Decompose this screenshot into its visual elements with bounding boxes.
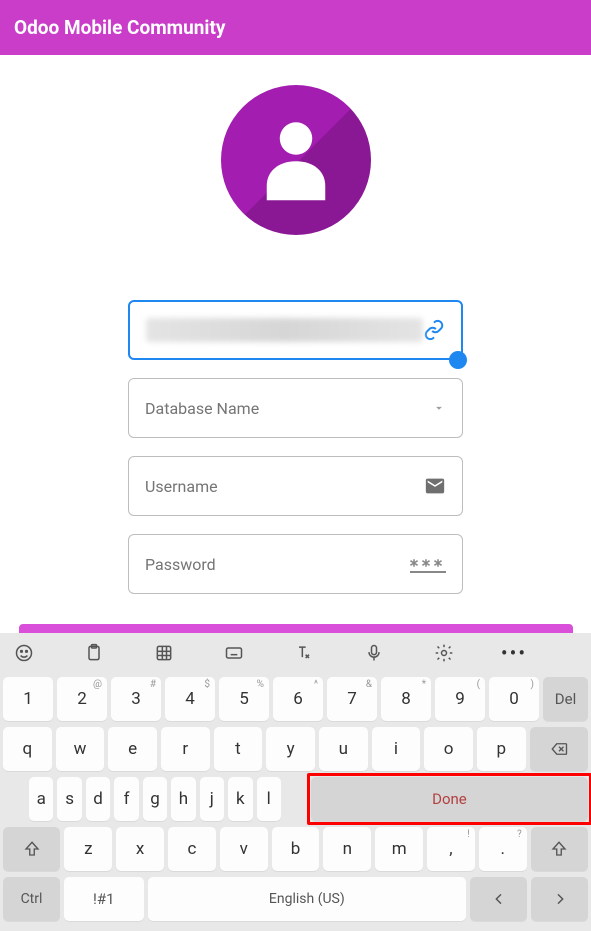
server-url-field[interactable] xyxy=(128,300,463,360)
key-b[interactable]: b xyxy=(272,827,320,871)
key-w[interactable]: w xyxy=(56,727,105,771)
soft-keyboard: ••• 12@3#4$5%6^7&8*9(0)Del qwertyuiop as… xyxy=(0,633,591,931)
key-m[interactable]: m xyxy=(375,827,423,871)
key-3[interactable]: 3# xyxy=(111,677,161,721)
key-backspace[interactable] xyxy=(530,727,588,771)
mic-icon[interactable] xyxy=(362,641,386,665)
key-a[interactable]: a xyxy=(29,777,53,821)
key-4[interactable]: 4$ xyxy=(165,677,215,721)
gear-icon[interactable] xyxy=(432,641,456,665)
key-0[interactable]: 0) xyxy=(489,677,539,721)
keyboard-icon[interactable] xyxy=(222,641,246,665)
database-select[interactable] xyxy=(128,378,463,438)
key-ctrl[interactable]: Ctrl xyxy=(3,877,60,921)
password-input[interactable] xyxy=(145,555,410,574)
key-r[interactable]: r xyxy=(161,727,210,771)
key-d[interactable]: d xyxy=(86,777,110,821)
key-j[interactable]: j xyxy=(200,777,224,821)
login-screen: ⁎⁎⁎ Login xyxy=(0,55,591,668)
password-dots-icon: ⁎⁎⁎ xyxy=(410,555,446,573)
key-e[interactable]: e xyxy=(108,727,157,771)
key-shift-left[interactable] xyxy=(3,827,60,871)
keyboard-rows: 12@3#4$5%6^7&8*9(0)Del qwertyuiop asdfgh… xyxy=(0,673,591,927)
key-done[interactable]: Done xyxy=(311,777,588,821)
login-form: ⁎⁎⁎ xyxy=(128,300,463,594)
key-9[interactable]: 9( xyxy=(435,677,485,721)
chevron-down-icon xyxy=(432,401,446,415)
key-space[interactable]: English (US) xyxy=(148,877,467,921)
key-z[interactable]: z xyxy=(64,827,112,871)
key-v[interactable]: v xyxy=(220,827,268,871)
key-l[interactable]: l xyxy=(257,777,281,821)
key-i[interactable]: i xyxy=(372,727,421,771)
key-c[interactable]: c xyxy=(168,827,216,871)
username-input[interactable] xyxy=(145,477,424,496)
key-6[interactable]: 6^ xyxy=(273,677,323,721)
password-field[interactable]: ⁎⁎⁎ xyxy=(128,534,463,594)
username-field[interactable] xyxy=(128,456,463,516)
key-arrow-right[interactable] xyxy=(531,877,588,921)
keyboard-toolbar: ••• xyxy=(0,633,591,673)
key-2[interactable]: 2@ xyxy=(57,677,107,721)
key-f[interactable]: f xyxy=(114,777,138,821)
key-5[interactable]: 5% xyxy=(219,677,269,721)
user-icon xyxy=(257,115,335,205)
emoji-icon[interactable] xyxy=(12,641,36,665)
key-q[interactable]: q xyxy=(3,727,52,771)
mail-icon xyxy=(424,475,446,497)
app-header: Odoo Mobile Community xyxy=(0,0,591,55)
key-g[interactable]: g xyxy=(143,777,167,821)
clipboard-icon[interactable] xyxy=(82,641,106,665)
key-arrow-left[interactable] xyxy=(470,877,527,921)
key-symbols[interactable]: !#1 xyxy=(64,877,144,921)
key-del[interactable]: Del xyxy=(543,677,588,721)
key-n[interactable]: n xyxy=(323,827,371,871)
grid-icon[interactable] xyxy=(152,641,176,665)
key-t[interactable]: t xyxy=(214,727,263,771)
server-url-value-redacted xyxy=(146,318,423,342)
server-url-field-wrap xyxy=(128,300,463,360)
key-1[interactable]: 1 xyxy=(3,677,53,721)
text-tool-icon[interactable] xyxy=(292,641,316,665)
database-input[interactable] xyxy=(145,399,432,418)
link-icon[interactable] xyxy=(423,319,445,341)
key-o[interactable]: o xyxy=(424,727,473,771)
more-icon[interactable]: ••• xyxy=(502,641,526,665)
key-k[interactable]: k xyxy=(228,777,252,821)
avatar xyxy=(221,85,371,235)
key-x[interactable]: x xyxy=(116,827,164,871)
key-s[interactable]: s xyxy=(57,777,81,821)
key-period[interactable]: .? xyxy=(479,827,527,871)
app-title: Odoo Mobile Community xyxy=(14,16,225,39)
key-y[interactable]: y xyxy=(266,727,315,771)
key-shift-right[interactable] xyxy=(531,827,588,871)
text-cursor-handle[interactable] xyxy=(449,351,467,369)
key-comma[interactable]: ,! xyxy=(427,827,475,871)
key-u[interactable]: u xyxy=(319,727,368,771)
key-p[interactable]: p xyxy=(477,727,526,771)
key-7[interactable]: 7& xyxy=(327,677,377,721)
key-8[interactable]: 8* xyxy=(381,677,431,721)
key-h[interactable]: h xyxy=(171,777,195,821)
